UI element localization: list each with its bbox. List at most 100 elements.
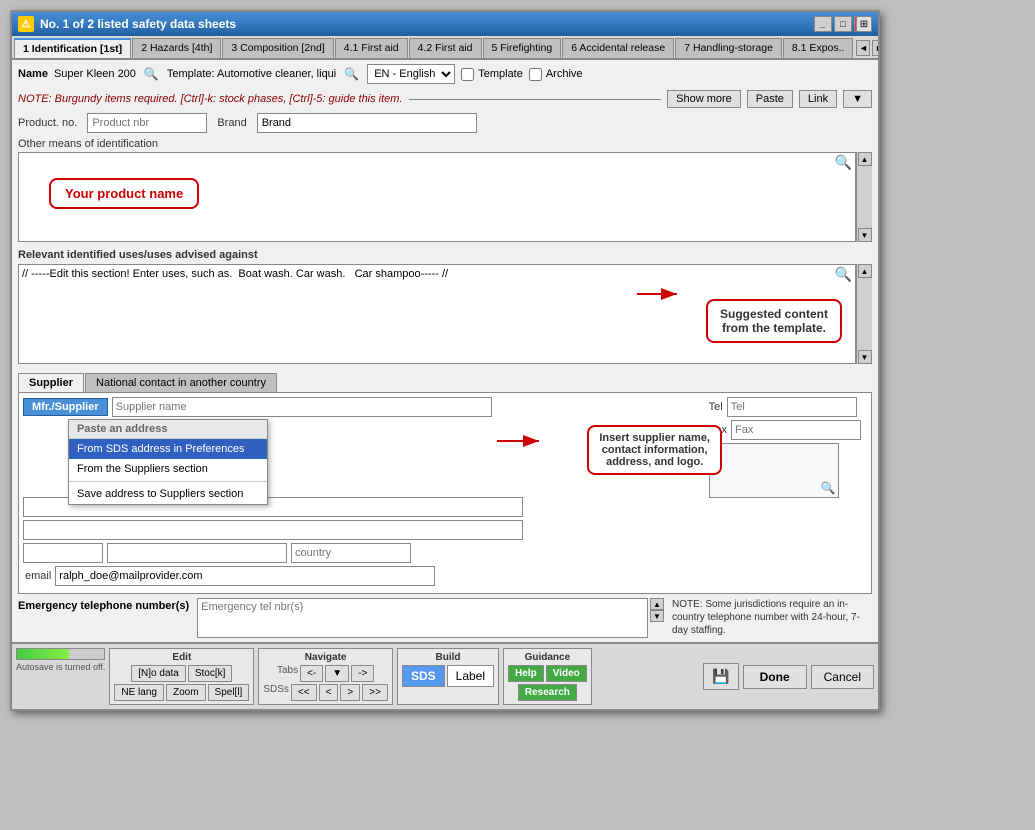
product-no-input[interactable] [87,113,207,133]
edit-group-title: Edit [172,652,191,663]
relevant-scroll-up[interactable]: ▲ [858,264,872,278]
supplier-postcode-input[interactable] [23,543,103,563]
tab-accidental[interactable]: 6 Accidental release [562,38,674,58]
scroll-down-arrow[interactable]: ▼ [858,228,872,242]
sdss-next-button[interactable]: > [340,684,360,701]
supplier-tab-supplier[interactable]: Supplier [18,373,84,392]
context-menu-header: Paste an address [69,420,267,439]
archive-checkbox[interactable] [529,68,542,81]
tab-scroll-left[interactable]: ◄ [856,40,870,56]
product-name-area[interactable]: Your product name [18,152,856,242]
tab-first-aid-1[interactable]: 4.1 First aid [335,38,408,58]
tabs-left-button[interactable]: <- [300,665,323,682]
name-search-button[interactable]: 🔍 [142,67,161,81]
sdss-label: SDSs [263,684,289,701]
product-name-section: Other means of identification Your produ… [12,136,878,246]
sdss-prev-button[interactable]: < [319,684,339,701]
build-group: Build SDS Label [397,648,499,705]
relevant-scroll-down[interactable]: ▼ [858,350,872,364]
brand-input[interactable] [257,113,477,133]
ne-lang-button[interactable]: NE lang [114,684,164,701]
supplier-tabs: Supplier National contact in another cou… [18,373,872,392]
sds-button[interactable]: SDS [402,665,445,687]
tab-firefighting[interactable]: 5 Firefighting [483,38,562,58]
main-window: ⚠ No. 1 of 2 listed safety data sheets _… [10,10,880,711]
template-search-button[interactable]: 🔍 [342,67,361,81]
no-data-button[interactable]: [N]o data [131,665,186,682]
insert-callout-text: Insert supplier name,contact information… [599,432,710,468]
supplier-name-input[interactable] [112,397,492,417]
note-more-button[interactable]: ▼ [843,90,872,108]
maximize-button[interactable]: □ [834,16,852,32]
relevant-section: ▲ ▼ Suggested contentfrom the template. … [12,262,878,369]
spell-button[interactable]: Spel[l] [208,684,250,701]
video-button[interactable]: Video [546,665,587,682]
save-button[interactable]: 💾 [703,663,738,690]
minimize-button[interactable]: _ [814,16,832,32]
zoom-button[interactable]: Zoom [166,684,206,701]
supplier-address2-input[interactable] [23,520,523,540]
language-select[interactable]: EN - English [367,64,455,84]
tab-hazards[interactable]: 2 Hazards [4th] [132,38,221,58]
tab-scroll-right[interactable]: ► [872,40,878,56]
emerg-scroll-up[interactable]: ▲ [650,598,664,610]
autosave-section: Autosave is turned off. [16,648,105,705]
logo-zoom-icon[interactable]: 🔍 [821,481,836,495]
emergency-input[interactable] [197,598,648,638]
edit-group: Edit [N]o data Stoc[k] NE lang Zoom Spel… [109,648,254,705]
paste-button[interactable]: Paste [747,90,793,108]
tabs-label: Tabs [277,665,298,682]
product-name-scrollbar[interactable]: ▲ ▼ [856,152,872,242]
tab-first-aid-2[interactable]: 4.2 First aid [409,38,482,58]
link-button[interactable]: Link [799,90,837,108]
done-button[interactable]: Done [743,665,807,689]
supplier-tab-national[interactable]: National contact in another country [85,373,277,392]
relevant-scrollbar[interactable]: ▲ ▼ [856,264,872,364]
tab-exposure[interactable]: 8.1 Expos.. [783,38,854,58]
product-name-callout: Your product name [49,178,199,209]
stock-button[interactable]: Stoc[k] [188,665,233,682]
context-menu: Paste an address From SDS address in Pre… [68,419,268,505]
context-menu-item-save[interactable]: Save address to Suppliers section [69,484,267,504]
sdss-last-button[interactable]: >> [362,684,388,701]
tabs-down-button[interactable]: ▼ [325,665,349,682]
corner-expand-button[interactable]: ⊞ [856,16,872,32]
mfr-supplier-tab[interactable]: Mfr./Supplier [23,398,108,416]
supplier-content: Tel Fax 🔍 Mfr./Supplier Paste an address… [18,392,872,594]
product-info-row: Product. no. Brand [12,110,878,136]
email-input[interactable] [55,566,435,586]
show-more-button[interactable]: Show more [667,90,741,108]
template-checkbox[interactable] [461,68,474,81]
relevant-zoom-icon[interactable]: 🔍 [835,266,852,283]
tab-identification[interactable]: 1 Identification [1st] [14,38,131,58]
title-bar: ⚠ No. 1 of 2 listed safety data sheets _… [12,12,878,36]
fax-input[interactable] [731,420,861,440]
window-title: No. 1 of 2 listed safety data sheets [40,17,236,31]
autosave-progress-bar [16,648,105,660]
cancel-button[interactable]: Cancel [811,665,874,689]
help-button[interactable]: Help [508,665,544,682]
sdss-first-button[interactable]: << [291,684,317,701]
navigate-group: Navigate Tabs <- ▼ -> SDSs << < > >> [258,648,393,705]
tabs-right-button[interactable]: -> [351,665,374,682]
context-menu-item-suppliers[interactable]: From the Suppliers section [69,459,267,479]
emerg-scroll-down[interactable]: ▼ [650,610,664,622]
note-row: NOTE: Burgundy items required. [Ctrl]-k:… [12,88,878,110]
label-button[interactable]: Label [447,665,494,687]
logo-box: 🔍 [709,443,839,498]
suggested-callout: Suggested contentfrom the template. [706,299,842,343]
emergency-scroll: ▲ ▼ [650,598,664,638]
suggested-callout-text: Suggested contentfrom the template. [720,307,828,335]
scroll-up-arrow[interactable]: ▲ [858,152,872,166]
emergency-section: Emergency telephone number(s) ▲ ▼ NOTE: … [12,594,878,642]
product-no-label: Product. no. [18,117,77,129]
context-menu-item-preferences[interactable]: From SDS address in Preferences [69,439,267,459]
research-button[interactable]: Research [518,684,577,701]
product-name-zoom-icon[interactable]: 🔍 [835,154,852,171]
supplier-city-input[interactable] [107,543,287,563]
template-label: Template: Automotive cleaner, liqui [167,68,336,80]
supplier-country-input[interactable] [291,543,411,563]
emergency-note: NOTE: Some jurisdictions require an in-c… [672,598,872,637]
tab-handling[interactable]: 7 Handling-storage [675,38,782,58]
tab-composition[interactable]: 3 Composition [2nd] [222,38,333,58]
